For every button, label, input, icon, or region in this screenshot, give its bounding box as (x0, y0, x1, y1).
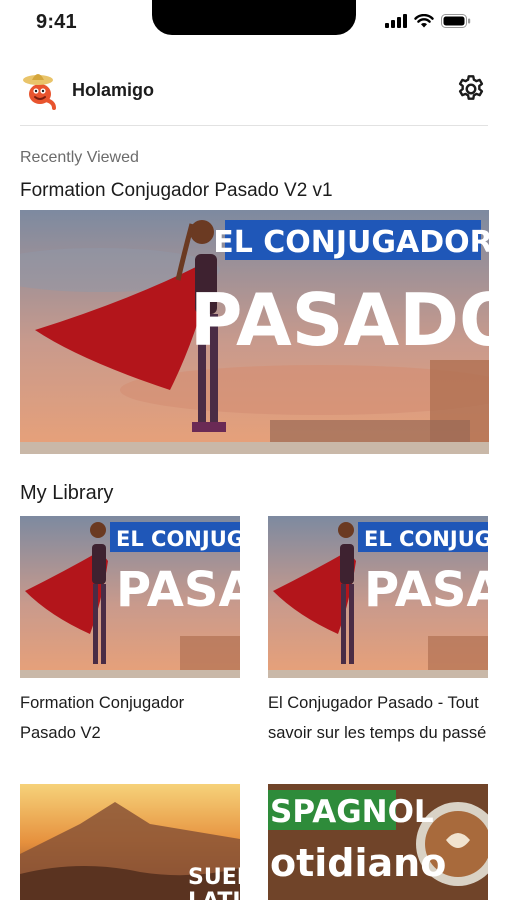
library-thumbnail[interactable]: SUEN LATIN (20, 784, 240, 900)
cellular-signal-icon (385, 14, 407, 28)
library-item-title: El Conjugador Pasado - Tout savoir sur l… (268, 694, 487, 742)
status-icons (385, 14, 471, 28)
library-thumbnail[interactable]: EL CONJUGAD PASAD (268, 516, 488, 678)
thumbnail-banner-line1: EL CONJUGAD (116, 527, 240, 551)
status-time: 9:41 (36, 11, 77, 33)
device-notch (152, 0, 356, 35)
app-header: Holamigo (20, 68, 488, 112)
settings-button[interactable] (454, 72, 488, 106)
status-bar: 9:41 (0, 0, 507, 46)
recent-video-thumbnail[interactable]: EL CONJUGADOR PASADO (20, 210, 489, 454)
gear-icon (458, 75, 484, 100)
library-card[interactable]: EL CONJUGAD PASAD El Conjugador Pasado -… (268, 516, 488, 748)
library-item-title: Formation Conjugador Pasado V2 (20, 694, 185, 742)
thumbnail-banner-line2: otidiano (270, 841, 446, 885)
recent-video-title[interactable]: Formation Conjugador Pasado V2 v1 (20, 180, 333, 202)
library-card[interactable]: EL CONJUGAD PASAD Formation Conjugador P… (20, 516, 240, 748)
header-divider (20, 125, 488, 126)
app-name: Holamigo (72, 79, 155, 100)
thumbnail-banner-line1: SPAGNOL (270, 794, 434, 830)
thumbnail-banner-line2: PASAD (116, 562, 240, 618)
my-library-heading: My Library (20, 482, 114, 504)
library-card[interactable]: SPAGNOL otidiano (268, 784, 488, 900)
battery-icon (441, 14, 471, 28)
thumbnail-banner-line2: PASADO (190, 278, 489, 362)
wifi-icon (414, 14, 434, 28)
thumbnail-banner-line2: LATIN (188, 889, 240, 900)
library-thumbnail[interactable]: EL CONJUGAD PASAD (20, 516, 240, 678)
holamigo-logo (23, 74, 56, 110)
thumbnail-banner-line1: EL CONJUGAD (364, 527, 488, 551)
thumbnail-banner-line2: PASAD (364, 562, 488, 618)
thumbnail-banner-line1: EL CONJUGADOR (213, 225, 489, 260)
thumbnail-banner-line1: SUEN (188, 865, 240, 890)
recently-viewed-label: Recently Viewed (20, 149, 139, 166)
library-thumbnail[interactable]: SPAGNOL otidiano (268, 784, 488, 900)
library-card[interactable]: SUEN LATIN (20, 784, 240, 900)
